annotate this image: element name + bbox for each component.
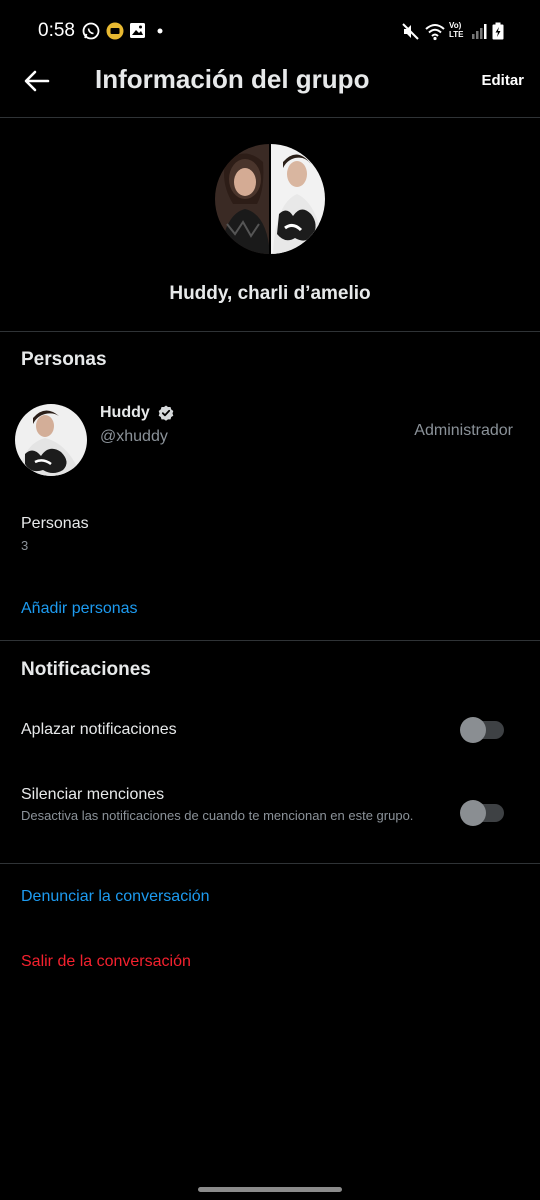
edit-button[interactable]: Editar: [481, 72, 524, 89]
page-title: Información del grupo: [95, 64, 370, 94]
notifications-divider: [0, 863, 540, 864]
battery-icon: [492, 22, 504, 40]
snooze-notifications-toggle[interactable]: [460, 717, 504, 743]
member-role-badge: Administrador: [414, 422, 513, 439]
wifi-icon: [425, 24, 445, 41]
dot-icon: [157, 28, 163, 34]
header-divider: [0, 117, 540, 118]
signal-icon: [472, 24, 487, 39]
people-count-value: 3: [21, 538, 29, 553]
mute-mentions-description: Desactiva las notificaciones de cuando t…: [21, 808, 414, 823]
people-count-label: Personas: [21, 515, 89, 532]
status-time: 0:58: [38, 20, 75, 41]
back-button[interactable]: [22, 66, 52, 96]
mute-mentions-label: Silenciar menciones: [21, 786, 165, 803]
report-conversation-link[interactable]: Denunciar la conversación: [21, 888, 210, 906]
image-icon: [130, 23, 145, 38]
notifications-section-title: Notificaciones: [21, 659, 151, 680]
group-divider: [0, 331, 540, 332]
toggle-knob: [460, 800, 486, 826]
verified-badge-icon: [158, 405, 174, 421]
member-handle: @xhuddy: [100, 428, 168, 445]
snooze-notifications-label: Aplazar notificaciones: [21, 721, 177, 738]
member-name: Huddy: [100, 404, 150, 421]
toggle-knob: [460, 717, 486, 743]
volte-lte-icon: Vo) LTE: [449, 21, 464, 39]
group-name: Huddy, charli d’amelio: [169, 283, 371, 304]
mute-mentions-toggle[interactable]: [460, 800, 504, 826]
member-avatar[interactable]: [15, 404, 87, 476]
add-people-link[interactable]: Añadir personas: [21, 600, 138, 618]
group-avatar[interactable]: [215, 144, 325, 254]
home-gesture-bar[interactable]: [198, 1187, 342, 1192]
leave-conversation-link[interactable]: Salir de la conversación: [21, 953, 191, 971]
people-divider: [0, 640, 540, 641]
mute-icon: [402, 23, 419, 40]
people-section-title: Personas: [21, 349, 107, 370]
whatsapp-icon: [82, 22, 100, 40]
media-icon: [106, 22, 124, 40]
